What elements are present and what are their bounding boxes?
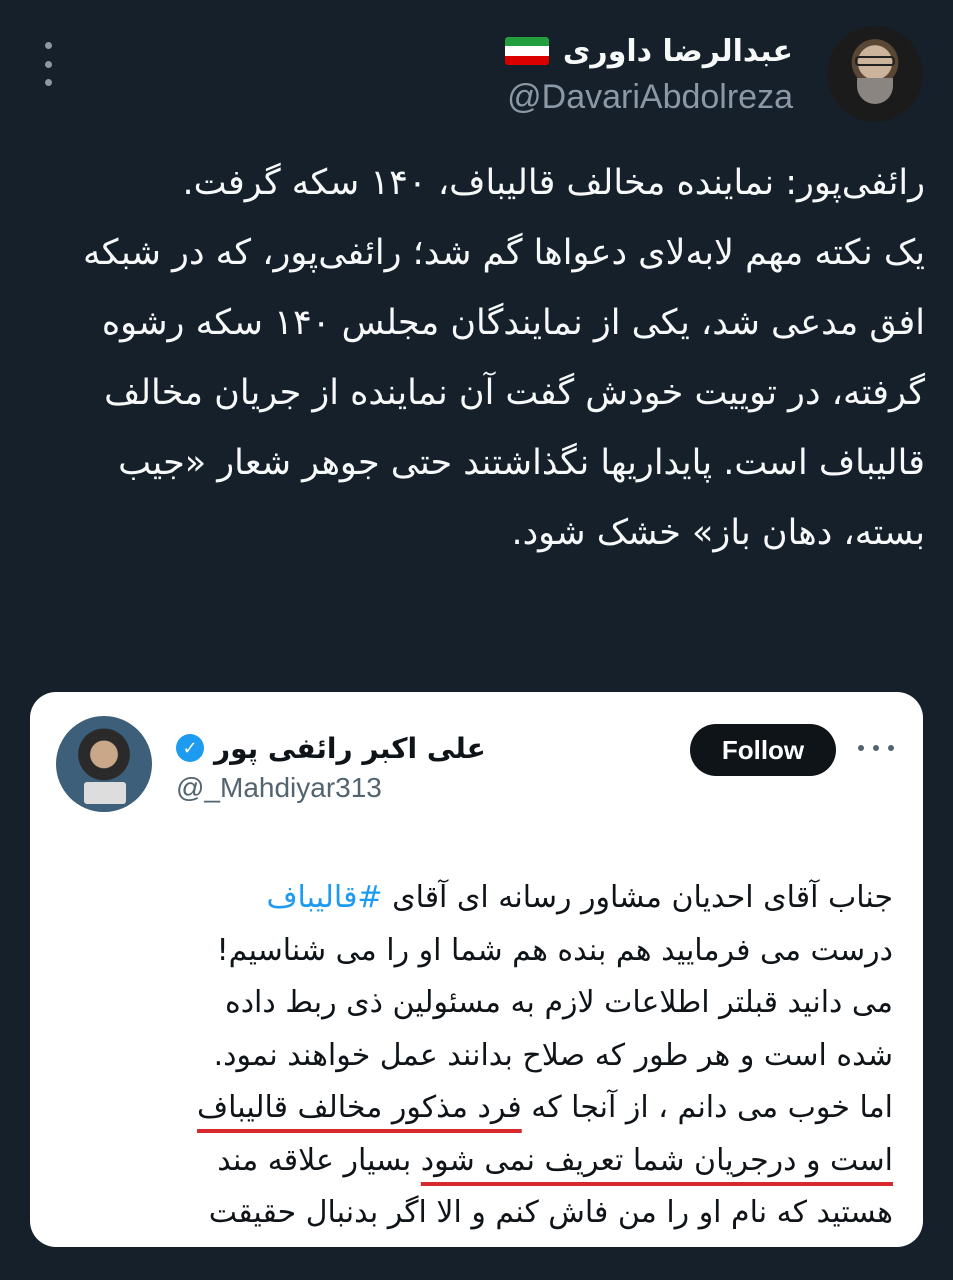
quoted-line-6: است و درجریان شما تعریف نمی شود بسیار عل… xyxy=(70,1135,893,1188)
highlighted-phrase-2: است و درجریان شما تعریف نمی شود xyxy=(420,1142,893,1178)
quoted-line-3: می دانید قبلتر اطلاعات لازم به مسئولین ذ… xyxy=(224,985,893,1020)
quoted-line-1: جناب آقای احدیان مشاور رسانه ای آقای #قا… xyxy=(70,872,893,925)
quoted-tweet-card[interactable]: علی اکبر رائفی پور ✓ @_Mahdiyar313 Follo… xyxy=(30,692,923,1247)
quoted-author-handle[interactable]: @_Mahdiyar313 xyxy=(176,772,382,804)
quoted-author-name-row: علی اکبر رائفی پور ✓ xyxy=(176,728,486,768)
follow-button[interactable]: Follow xyxy=(690,724,836,776)
author-handle[interactable]: @DavariAbdolreza xyxy=(507,78,793,117)
more-options-icon[interactable] xyxy=(36,42,60,86)
hashtag-link[interactable]: #قالیباف xyxy=(266,880,382,915)
quoted-line-6-text: بسیار علاقه مند xyxy=(217,1142,421,1178)
author-avatar[interactable] xyxy=(827,26,923,122)
quoted-line-1-text: جناب آقای احدیان مشاور رسانه ای آقای xyxy=(382,880,893,915)
quoted-line-7: هستید که نام او را من فاش کنم و الا اگر … xyxy=(208,1195,893,1230)
quoted-line-5-text: اما خوب می دانم ، از آنجا که xyxy=(521,1090,893,1125)
quoted-tweet-body: جناب آقای احدیان مشاور رسانه ای آقای #قا… xyxy=(70,872,893,1240)
quoted-author-display-name[interactable]: علی اکبر رائفی پور xyxy=(214,732,486,765)
author-display-name[interactable]: عبدالرضا داوری xyxy=(563,34,793,69)
tweet-header: عبدالرضا داوری @DavariAbdolreza xyxy=(0,0,953,150)
tweet-body: رائفی‌پور: نماینده مخالف قالیباف، ۱۴۰ سک… xyxy=(82,163,925,553)
quoted-line-5: اما خوب می دانم ، از آنجا که فرد مذکور م… xyxy=(70,1082,893,1135)
author-name-row: عبدالرضا داوری xyxy=(504,30,793,72)
quoted-line-4: شده است و هر طور که صلاح بدانند عمل خواه… xyxy=(213,1037,893,1073)
more-horizontal-icon[interactable] xyxy=(858,744,894,752)
verified-badge-icon: ✓ xyxy=(176,734,204,762)
highlighted-phrase-1: فرد مذکور مخالف قالیباف xyxy=(197,1090,522,1125)
quoted-line-2: درست می فرمایید هم بنده هم شما او را می … xyxy=(216,932,893,968)
iran-flag-icon xyxy=(504,37,549,65)
quoted-author-avatar[interactable] xyxy=(56,716,152,812)
